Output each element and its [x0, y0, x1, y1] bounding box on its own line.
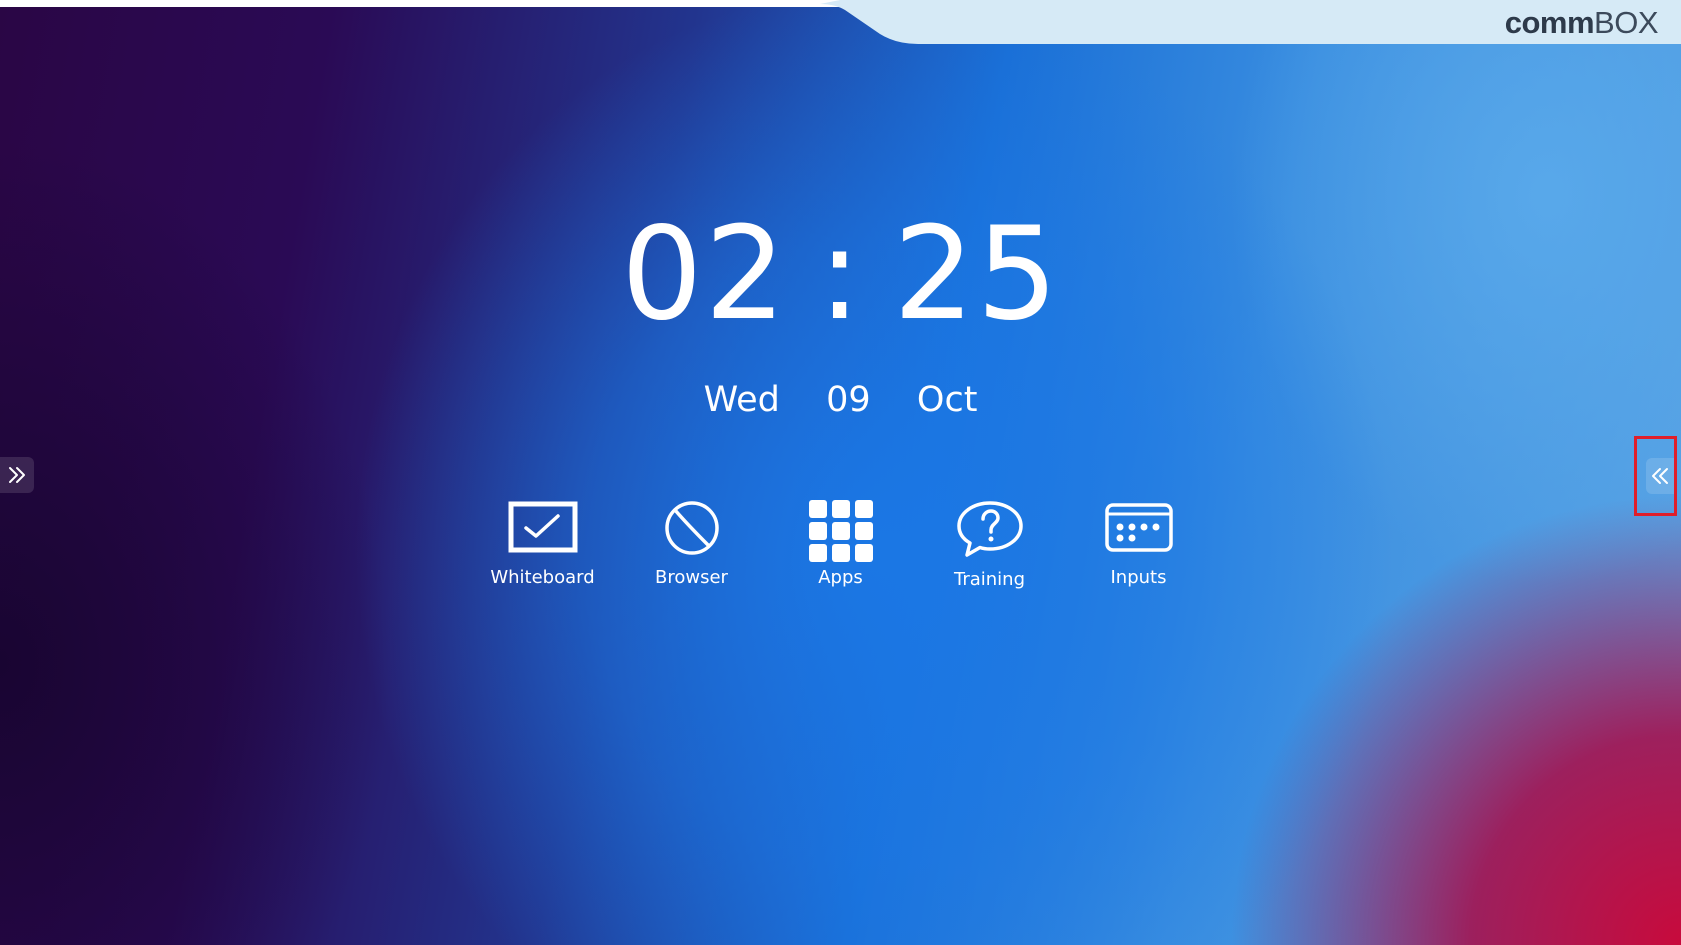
grid-icon — [808, 500, 873, 562]
logo-text-light: BOX — [1594, 5, 1658, 40]
right-sidebar-toggle[interactable] — [1634, 436, 1677, 516]
commbox-logo: commBOX — [1504, 4, 1659, 42]
inputs-button[interactable]: Inputs — [1064, 500, 1213, 620]
double-chevron-right-icon — [9, 467, 25, 483]
whiteboard-icon — [508, 501, 577, 553]
left-sidebar-toggle[interactable] — [0, 457, 34, 493]
browser-button[interactable]: Browser — [617, 500, 766, 620]
inputs-icon — [1104, 503, 1173, 552]
inputs-label: Inputs — [1110, 567, 1167, 588]
help-bubble-icon — [956, 501, 1023, 557]
clock-separator: : — [817, 200, 864, 349]
training-button[interactable]: Training — [915, 500, 1064, 620]
clock: 02:25 — [0, 200, 1681, 350]
app-dock: Whiteboard Browser Apps Training Inputs — [0, 500, 1681, 620]
training-label: Training — [953, 569, 1026, 590]
clock-minutes: 25 — [893, 200, 1060, 349]
whiteboard-button[interactable]: Whiteboard — [468, 500, 617, 620]
home-screen: commBOX 02:25 Wed 09 Oct Whiteboard Brow… — [0, 0, 1681, 945]
date-display: Wed 09 Oct — [703, 380, 978, 420]
double-chevron-left-icon — [1652, 468, 1668, 484]
globe-icon — [664, 501, 719, 555]
apps-button[interactable]: Apps — [766, 500, 915, 620]
apps-label: Apps — [818, 567, 863, 588]
whiteboard-label: Whiteboard — [490, 567, 595, 588]
clock-hours: 02 — [621, 200, 788, 349]
wallpaper — [0, 7, 1681, 945]
logo-text-bold: comm — [1504, 5, 1595, 40]
right-sidebar-tab[interactable] — [1646, 458, 1674, 494]
browser-label: Browser — [655, 567, 728, 588]
